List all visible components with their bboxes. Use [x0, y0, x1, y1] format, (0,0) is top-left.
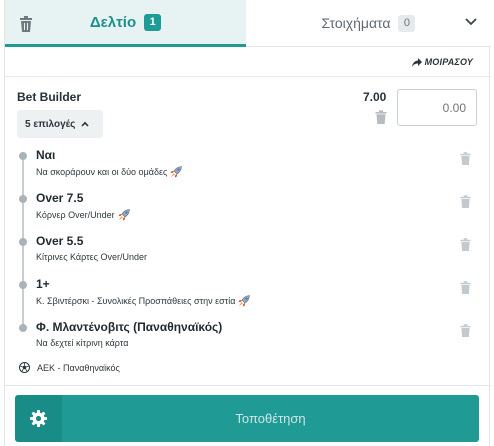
selection-title: Over 7.5: [36, 191, 84, 205]
tab-my-bets-label: Στοιχήματα: [321, 15, 391, 31]
selection-item: Ναι Να σκοράρουν και οι δύο ομάδες: [5, 148, 491, 192]
share-button[interactable]: ΜΟΙΡΑΣΟΥ: [411, 57, 473, 67]
picks-toggle-button[interactable]: 5 επιλογές: [17, 110, 103, 138]
picks-count-label: 5 επιλογές: [25, 118, 76, 130]
selection-market: Κ. Σβιντέρσκι - Συνολικές Προσπάθειες στ…: [36, 295, 251, 307]
betslip-count-badge: 1: [144, 13, 162, 31]
rocket-icon: [118, 209, 130, 221]
betslip-tabs: Δελτίο 1 Στοιχήματα 0: [5, 0, 491, 47]
trash-icon[interactable]: [19, 16, 33, 32]
chevron-up-icon: [81, 121, 89, 127]
place-bet-button[interactable]: Τοποθέτηση: [62, 395, 479, 442]
settings-button[interactable]: [15, 395, 62, 442]
selection-title: Φ. Μλαντένοβιτς (Παναθηναϊκός): [36, 320, 223, 334]
selection-item: Over 7.5 Κόρνερ Over/Under: [5, 191, 491, 235]
selection-market-label: Κόρνερ Over/Under: [36, 210, 115, 220]
football-icon: [19, 362, 30, 373]
selection-market: Να σκοράρουν και οι δύο ομάδες: [36, 166, 183, 178]
trash-icon[interactable]: [460, 152, 471, 165]
selection-market: Κίτρινες Κάρτες Over/Under: [36, 252, 147, 262]
place-bet-bar: Τοποθέτηση: [15, 395, 479, 442]
timeline-dot: [19, 281, 27, 289]
selection-market-label: Να σκοράρουν και οι δύο ομάδες: [36, 167, 168, 177]
selection-title: 1+: [36, 277, 50, 291]
trash-icon[interactable]: [460, 281, 471, 294]
tab-betslip[interactable]: Δελτίο 1: [5, 0, 246, 47]
footer-divider: [5, 385, 491, 386]
timeline-dot: [19, 238, 27, 246]
betslip-panel: Δελτίο 1 Στοιχήματα 0 ΜΟΙΡΑΣΟΥ Bet Build…: [4, 0, 491, 446]
share-row: ΜΟΙΡΑΣΟΥ: [5, 48, 491, 77]
tab-my-bets[interactable]: Στοιχήματα 0: [246, 0, 491, 47]
rocket-icon: [170, 166, 183, 178]
trash-icon[interactable]: [460, 195, 471, 208]
share-label: ΜΟΙΡΑΣΟΥ: [424, 57, 473, 67]
bet-builder-odds: 7.00: [363, 90, 387, 104]
my-bets-count-badge: 0: [398, 14, 416, 32]
timeline-dot: [19, 195, 27, 203]
timeline-dot: [19, 152, 27, 160]
chevron-down-icon[interactable]: [465, 18, 477, 26]
selection-market-label: Κ. Σβιντέρσκι - Συνολικές Προσπάθειες στ…: [36, 296, 236, 306]
tab-betslip-label: Δελτίο: [89, 13, 137, 31]
trash-icon[interactable]: [375, 110, 387, 124]
selection-market: Να δεχτεί κίτρινη κάρτα: [36, 338, 128, 348]
selection-item: 1+ Κ. Σβιντέρσκι - Συνολικές Προσπάθειες…: [5, 277, 491, 321]
trash-icon[interactable]: [460, 324, 471, 337]
gear-icon: [30, 410, 47, 427]
selection-market-label: Κίτρινες Κάρτες Over/Under: [36, 252, 148, 262]
timeline-dot: [19, 324, 27, 332]
selection-item: Φ. Μλαντένοβιτς (Παναθηναϊκός) Να δεχτεί…: [5, 320, 491, 364]
stake-input[interactable]: [397, 89, 477, 126]
match-label: ΑΕΚ - Παναθηναϊκός: [37, 362, 120, 373]
rocket-icon: [238, 295, 251, 307]
selection-market: Κόρνερ Over/Under: [36, 209, 130, 221]
match-info: ΑΕΚ - Παναθηναϊκός: [19, 362, 120, 373]
selection-market-label: Να δεχτεί κίτρινη κάρτα: [36, 338, 129, 348]
trash-icon[interactable]: [460, 238, 471, 251]
bet-builder-title: Bet Builder: [17, 90, 82, 104]
selection-title: Over 5.5: [36, 234, 84, 248]
selection-item: Over 5.5 Κίτρινες Κάρτες Over/Under: [5, 234, 491, 278]
selection-title: Ναι: [36, 148, 56, 162]
share-arrow-icon: [411, 57, 422, 67]
